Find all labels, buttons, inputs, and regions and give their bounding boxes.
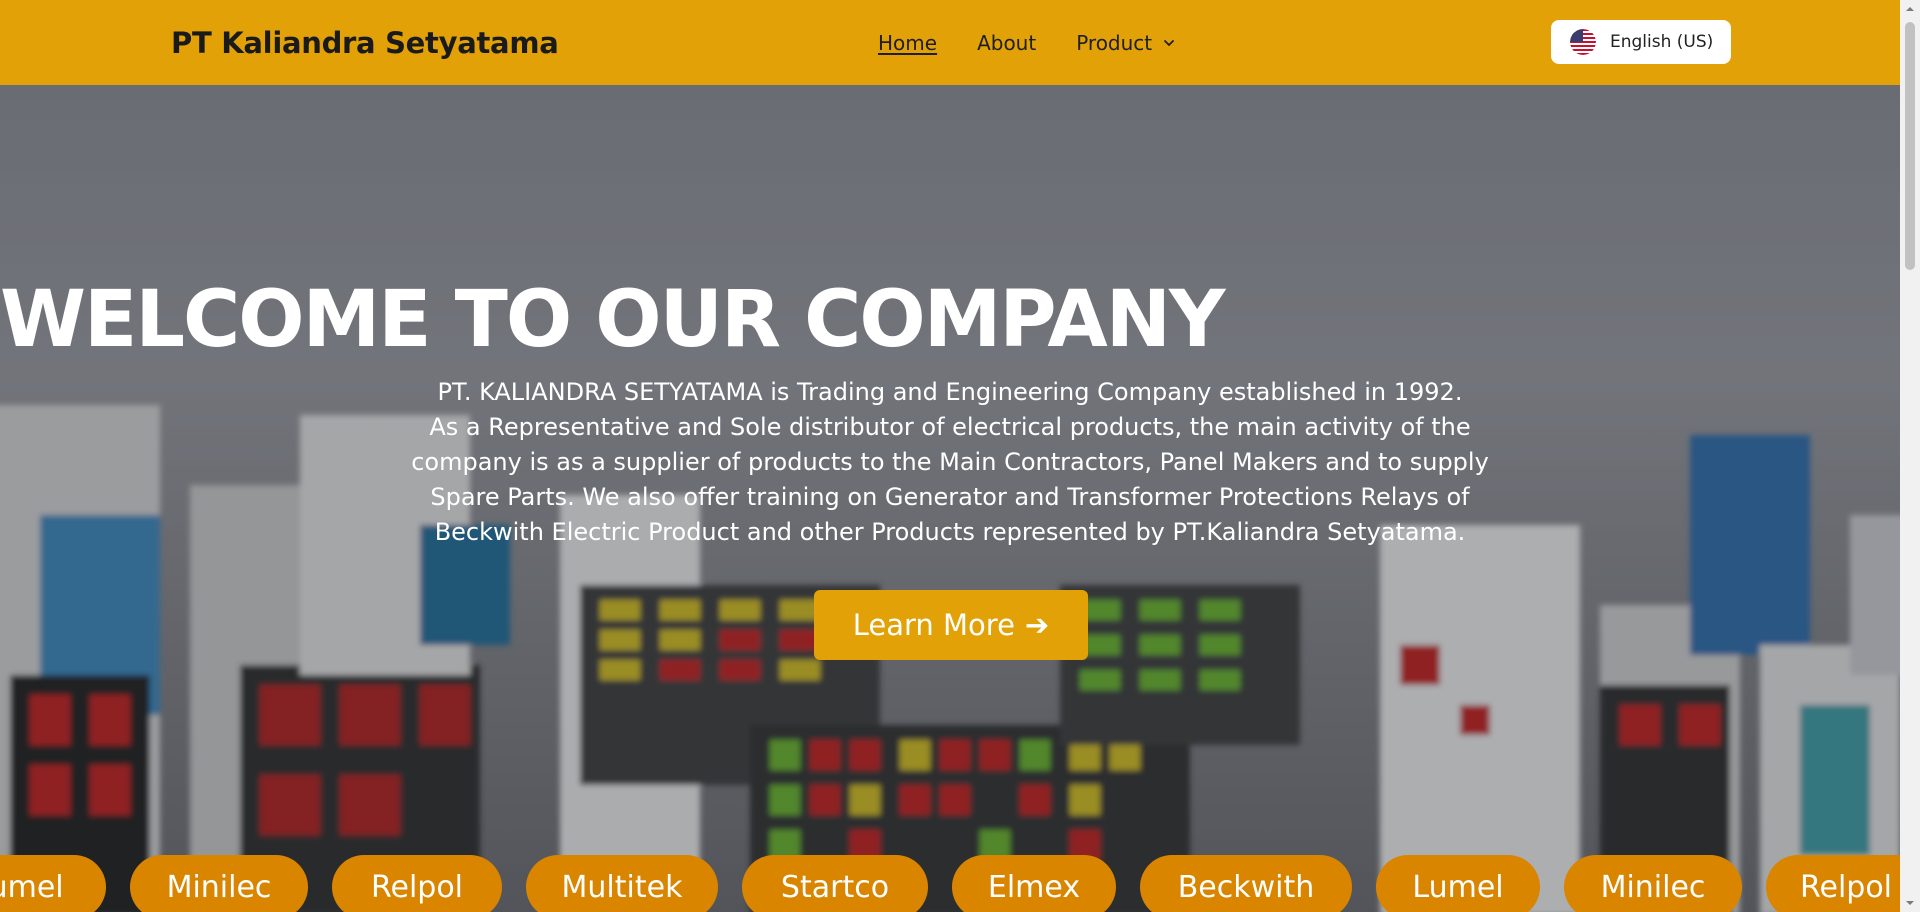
brand-pill-relpol[interactable]: Relpol (1766, 855, 1900, 912)
main-nav: Home About Product (878, 0, 1214, 85)
hero-description-line: Spare Parts. We also offer training on G… (430, 483, 1470, 511)
nav-about[interactable]: About (977, 31, 1036, 55)
learn-more-button[interactable]: Learn More ➔ (814, 590, 1088, 660)
hero-description-line: Beckwith Electric Product and other Prod… (434, 518, 1466, 546)
brand-pill-startco[interactable]: Startco (742, 855, 928, 912)
us-flag-icon (1570, 29, 1596, 55)
brand-pill-lumel[interactable]: Lumel (0, 855, 106, 912)
scrollbar-thumb[interactable] (1905, 22, 1915, 270)
language-label: English (US) (1610, 32, 1714, 52)
nav-product[interactable]: Product (1076, 30, 1175, 55)
nav-product-label: Product (1076, 30, 1153, 55)
brand-logo-text[interactable]: PT Kaliandra Setyatama (171, 0, 559, 85)
hero-title: WELCOME TO OUR COMPANY (0, 275, 1225, 365)
hero-description: PT. KALIANDRA SETYATAMA is Trading and E… (410, 375, 1490, 550)
arrow-right-icon: ➔ (1024, 608, 1050, 642)
nav-home[interactable]: Home (878, 31, 937, 55)
brand-pill-minilec[interactable]: Minilec (130, 855, 308, 912)
scroll-down-icon[interactable] (1905, 898, 1915, 908)
brand-pill-elmex[interactable]: Elmex (952, 855, 1116, 912)
brand-pill-multitek[interactable]: Multitek (526, 855, 718, 912)
scroll-up-icon[interactable] (1905, 4, 1915, 14)
chevron-down-icon (1164, 39, 1175, 46)
brand-pill-relpol[interactable]: Relpol (332, 855, 502, 912)
brand-marquee: Lumel Minilec Relpol Multitek Startco El… (0, 855, 1900, 912)
hero-description-line: As a Representative and Sole distributor… (429, 413, 1471, 441)
hero-section: WELCOME TO OUR COMPANY PT. KALIANDRA SET… (0, 85, 1900, 912)
hero-description-line: company is as a supplier of products to … (411, 448, 1489, 476)
learn-more-label: Learn More (852, 608, 1015, 642)
language-selector[interactable]: English (US) (1551, 20, 1731, 64)
page-scrollbar[interactable] (1900, 0, 1920, 912)
brand-pill-beckwith[interactable]: Beckwith (1140, 855, 1352, 912)
site-header: PT Kaliandra Setyatama Home About Produc… (0, 0, 1900, 85)
hero-description-line: PT. KALIANDRA SETYATAMA is Trading and E… (437, 378, 1463, 406)
brand-pill-minilec[interactable]: Minilec (1564, 855, 1742, 912)
brand-pill-lumel[interactable]: Lumel (1376, 855, 1540, 912)
